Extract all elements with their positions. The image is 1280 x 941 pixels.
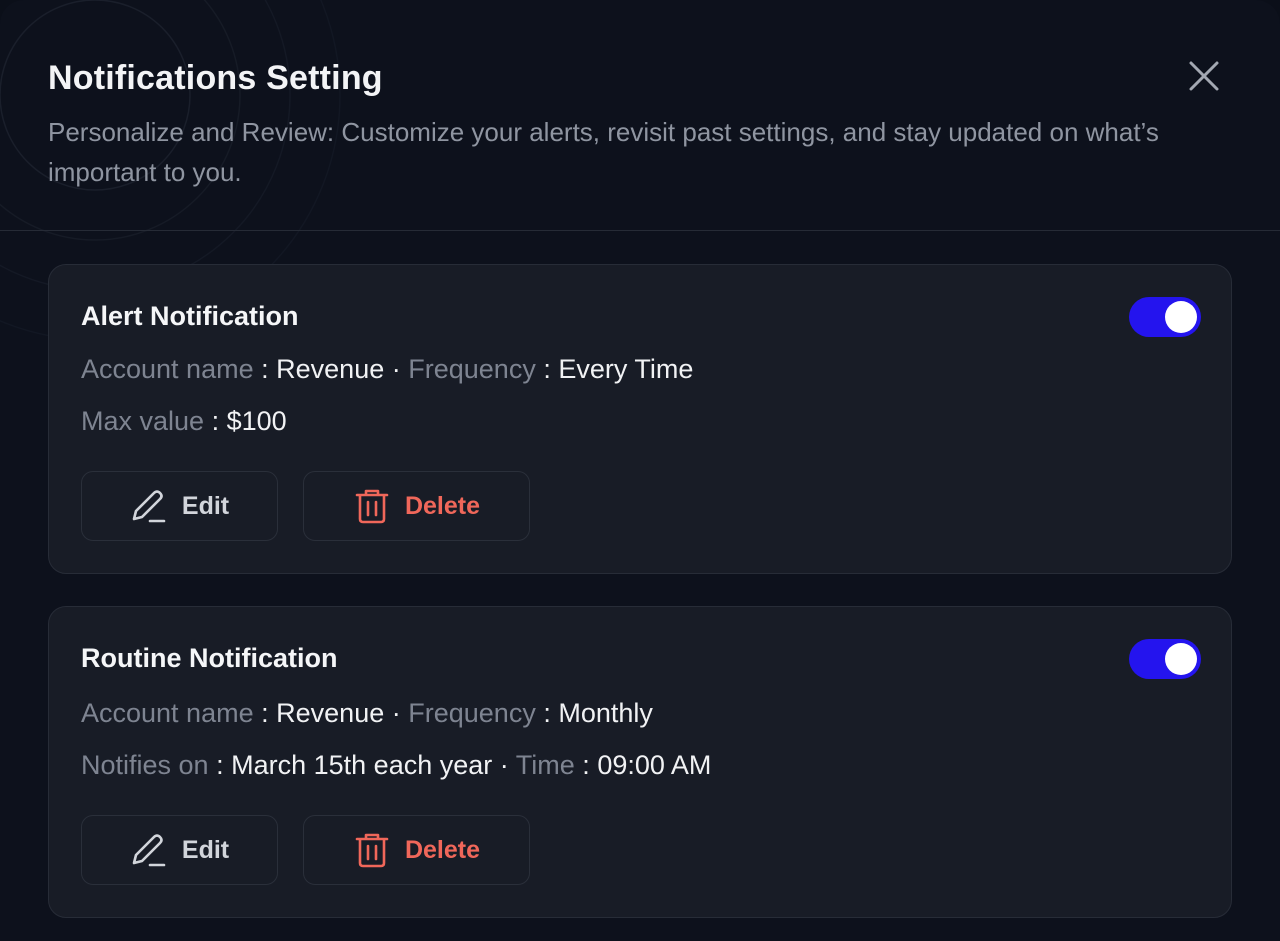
account-name-value: Revenue [276,354,385,384]
delete-button[interactable]: Delete [303,815,530,885]
edit-button[interactable]: Edit [81,815,278,885]
card-details-line-2: Notifies on : March 15th each year · Tim… [81,750,712,780]
close-button[interactable] [1184,56,1224,96]
trash-icon [353,487,391,525]
frequency-label: Frequency [408,354,536,384]
card-title: Alert Notification [81,301,299,331]
account-name-label: Account name [81,698,254,728]
delete-button-label: Delete [404,835,481,864]
card-details-line-1: Account name : Revenue · Frequency : Eve… [81,354,694,384]
edit-button-label: Edit [181,835,230,864]
modal-subtitle: Personalize and Review: Customize your a… [48,117,1159,187]
routine-notification-toggle[interactable] [1129,639,1201,679]
frequency-value: Monthly [558,698,653,728]
close-icon [1189,61,1219,91]
card-details-line-1: Account name : Revenue · Frequency : Mon… [81,698,653,728]
delete-button[interactable]: Delete [303,471,530,541]
edit-pencil-icon [130,487,168,525]
notifies-on-label: Notifies on [81,750,209,780]
time-label: Time [515,750,575,780]
frequency-label: Frequency [408,698,536,728]
alert-notification-card: Alert Notification Account name : Revenu… [48,264,1232,574]
edit-button-label: Edit [181,491,230,520]
max-value-label: Max value [81,406,205,436]
account-name-value: Revenue [276,698,385,728]
frequency-value: Every Time [558,354,694,384]
notifies-on-value: March 15th each year [231,750,493,780]
modal-title: Notifications Setting [48,59,383,97]
edit-pencil-icon [130,831,168,869]
edit-button[interactable]: Edit [81,471,278,541]
max-value-value: $100 [226,406,287,436]
routine-notification-card: Routine Notification Account name : Reve… [48,606,1232,918]
card-details-line-2: Max value : $100 [81,406,287,436]
toggle-knob [1165,643,1197,675]
account-name-label: Account name [81,354,254,384]
alert-notification-toggle[interactable] [1129,297,1201,337]
time-value: 09:00 AM [597,750,712,780]
trash-icon [353,831,391,869]
delete-button-label: Delete [404,491,481,520]
toggle-knob [1165,301,1197,333]
notifications-modal: Notifications Setting Personalize and Re… [0,0,1280,941]
modal-header: Notifications Setting Personalize and Re… [0,0,1280,231]
card-title: Routine Notification [81,643,338,673]
